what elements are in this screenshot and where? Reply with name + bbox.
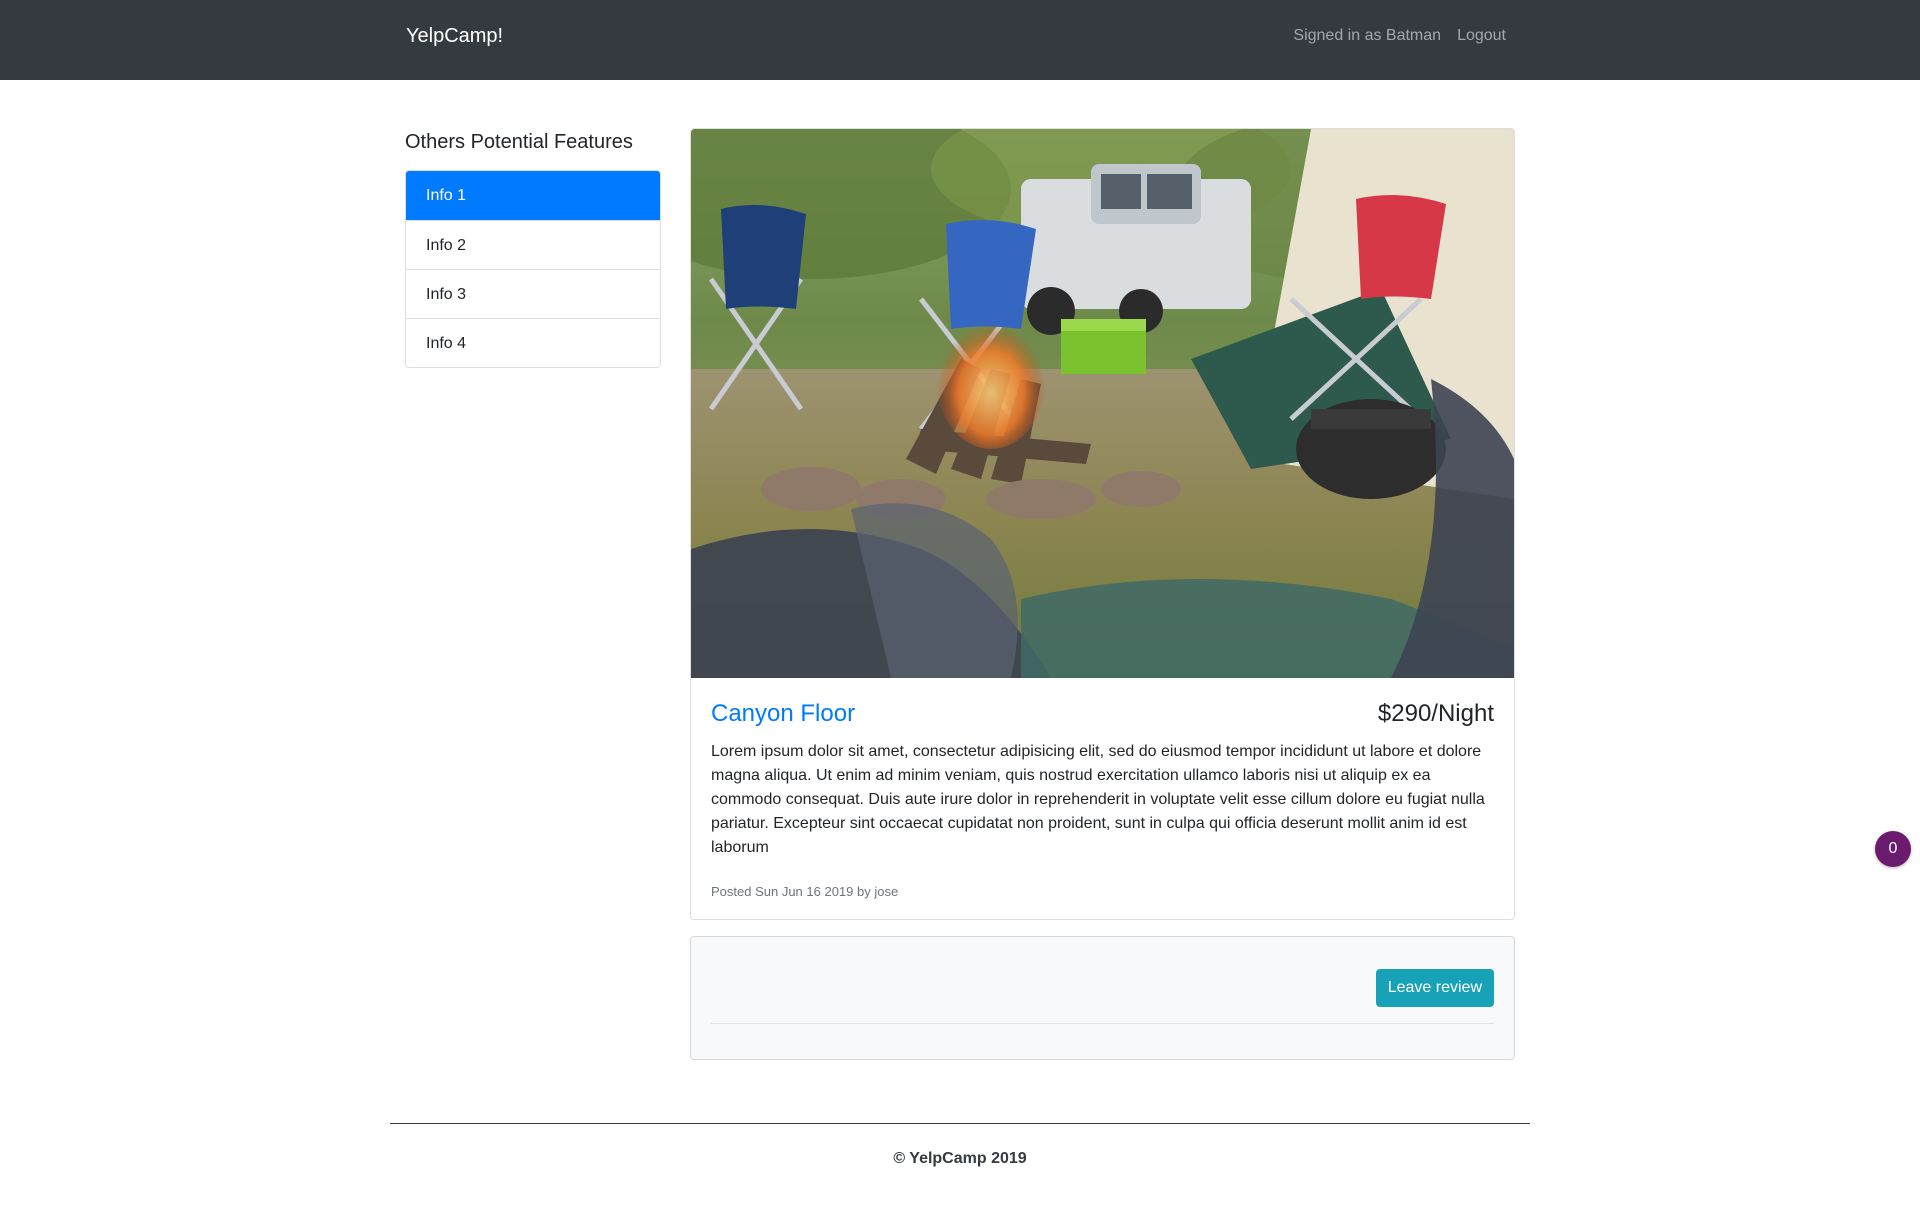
sidebar-item-info-2[interactable]: Info 2 (406, 220, 660, 269)
card-body: Canyon Floor $290/Night Lorem ipsum dolo… (691, 678, 1514, 919)
leave-review-button[interactable]: Leave review (1375, 969, 1494, 1007)
campground-price: $290/Night (1377, 700, 1494, 727)
campground-card: Canyon Floor $290/Night Lorem ipsum dolo… (690, 128, 1515, 920)
title-row: Canyon Floor $290/Night (711, 698, 1494, 730)
notification-badge[interactable]: 0 (1875, 831, 1911, 867)
feature-list: Info 1 Info 2 Info 3 Info 4 (405, 170, 661, 368)
sidebar: Others Potential Features Info 1 Info 2 … (405, 128, 661, 368)
campground-meta: Posted Sun Jun 16 2019 by jose (711, 884, 899, 899)
footer-copyright: © YelpCamp 2019 (893, 1150, 1027, 1167)
footer-divider (390, 1123, 1530, 1124)
campground-image (691, 129, 1514, 678)
nav-right: Signed in as Batman Logout (1293, 26, 1506, 46)
navbar: YelpCamp! Signed in as Batman Logout (0, 0, 1920, 80)
sidebar-item-info-1[interactable]: Info 1 (406, 171, 660, 220)
sidebar-item-info-4[interactable]: Info 4 (406, 318, 660, 367)
brand-link[interactable]: YelpCamp! (406, 24, 503, 48)
campground-description: Lorem ipsum dolor sit amet, consectetur … (711, 743, 1485, 856)
reviews-well: Leave review (690, 936, 1515, 1060)
sidebar-item-info-3[interactable]: Info 3 (406, 269, 660, 318)
reviews-divider (711, 1023, 1494, 1024)
signed-in-link[interactable]: Signed in as Batman (1293, 26, 1441, 46)
campground-name-link[interactable]: Canyon Floor (711, 698, 855, 730)
sidebar-title: Others Potential Features (405, 131, 633, 153)
logout-link[interactable]: Logout (1457, 26, 1506, 46)
